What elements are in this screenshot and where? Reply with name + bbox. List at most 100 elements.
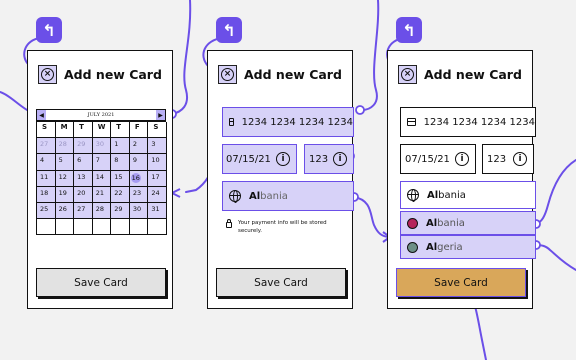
card-number-field[interactable]: 1234 1234 1234 1234 — [222, 107, 354, 137]
back-arrow-icon[interactable]: ↰ — [36, 17, 62, 43]
info-icon[interactable]: i — [333, 152, 347, 166]
card-number-value: 1234 1234 1234 1234 — [423, 116, 535, 128]
info-icon[interactable]: i — [455, 152, 469, 166]
weekday-label: T — [74, 122, 93, 139]
calendar-day[interactable]: 7 — [92, 154, 112, 171]
credit-card-icon — [407, 118, 416, 126]
calendar-day[interactable]: 12 — [55, 170, 75, 187]
country-autocomplete: bania — [260, 190, 288, 202]
weekday-label: S — [148, 122, 167, 139]
calendar-header: ◀ JULY 2021 ▶ — [36, 109, 166, 121]
prev-month-icon[interactable]: ◀ — [37, 110, 46, 120]
calendar-day[interactable]: 3 — [148, 138, 167, 155]
weekday-label: F — [129, 122, 149, 139]
calendar-day — [37, 219, 56, 236]
calendar-day[interactable]: 28 — [92, 202, 112, 220]
calendar-day[interactable]: 15 — [111, 170, 130, 187]
calendar-day[interactable]: 8 — [111, 154, 130, 171]
close-icon[interactable]: × — [38, 65, 57, 84]
calendar-day[interactable]: 16 — [129, 170, 149, 187]
next-month-icon[interactable]: ▶ — [156, 110, 165, 120]
save-card-button[interactable]: Save Card — [36, 268, 166, 297]
calendar-day[interactable]: 31 — [148, 202, 167, 220]
info-icon[interactable]: i — [276, 152, 290, 166]
close-icon[interactable]: × — [218, 65, 237, 84]
card-number-value: 1234 1234 1234 1234 — [241, 116, 353, 128]
card-number-field[interactable]: 1234 1234 1234 1234 — [400, 107, 536, 137]
back-arrow-icon[interactable]: ↰ — [216, 17, 242, 43]
calendar-day[interactable]: 10 — [148, 154, 167, 171]
calendar-grid: S M T W T F S 27 28 29 30 1 2 3 4 5 6 7 8 9 10 11 12 13 14 15 16 17… — [36, 121, 167, 236]
expiry-field[interactable]: 07/15/21 i — [400, 144, 476, 174]
country-typed: Al — [427, 189, 439, 201]
calendar-day[interactable]: 9 — [129, 154, 149, 171]
algeria-flag-icon — [407, 241, 418, 253]
security-note: Your payment info will be stored securel… — [226, 219, 342, 235]
weekday-label: T — [111, 122, 130, 139]
credit-card-icon — [229, 118, 234, 126]
close-icon[interactable]: × — [398, 65, 417, 84]
calendar-day[interactable]: 4 — [37, 154, 56, 171]
calendar-day[interactable]: 20 — [74, 186, 93, 203]
calendar-month-label: JULY 2021 — [87, 112, 115, 118]
calendar-day[interactable]: 28 — [55, 138, 75, 155]
calendar-day[interactable]: 14 — [92, 170, 112, 187]
info-icon[interactable]: i — [513, 152, 527, 166]
calendar-day — [148, 219, 167, 236]
screen-date-picker: × Add new Card ◀ JULY 2021 ▶ S M T W T F S 27 28… — [27, 50, 173, 309]
calendar-day[interactable]: 30 — [129, 202, 149, 220]
calendar-day[interactable]: 1 — [111, 138, 130, 155]
country-field[interactable]: Al bania — [222, 181, 354, 211]
page-title: Add new Card — [424, 67, 522, 82]
calendar-day[interactable]: 21 — [92, 186, 112, 203]
option-typed: Al — [426, 217, 438, 229]
calendar-day[interactable]: 23 — [129, 186, 149, 203]
save-card-button[interactable]: Save Card — [396, 268, 526, 297]
calendar-day[interactable]: 17 — [148, 170, 167, 187]
calendar-day[interactable]: 26 — [55, 202, 75, 220]
cvv-field[interactable]: 123 i — [304, 144, 354, 174]
calendar-day[interactable]: 25 — [37, 202, 56, 220]
screen-card-form: × Add new Card 1234 1234 1234 1234 07/15… — [207, 50, 354, 309]
calendar-day[interactable]: 19 — [55, 186, 75, 203]
country-typed: Al — [249, 190, 261, 202]
calendar-day[interactable]: 29 — [111, 202, 130, 220]
calendar-day[interactable]: 22 — [111, 186, 130, 203]
calendar-day — [74, 219, 93, 236]
weekday-label: M — [55, 122, 75, 139]
calendar-day[interactable]: 24 — [148, 186, 167, 203]
expiry-value: 07/15/21 — [226, 153, 271, 165]
calendar-day[interactable]: 5 — [55, 154, 75, 171]
expiry-field[interactable]: 07/15/21 i — [222, 144, 297, 174]
country-field[interactable]: Al bania — [400, 181, 536, 209]
page-title: Add new Card — [244, 67, 342, 82]
selected-day-label: 16 — [130, 172, 141, 183]
weekday-label: S — [37, 122, 56, 139]
calendar: ◀ JULY 2021 ▶ S M T W T F S 27 28 29 30 1 2 3 4 5 6 7 8 9 10… — [36, 109, 167, 236]
country-option-algeria[interactable]: Al geria — [400, 235, 536, 259]
calendar-day[interactable]: 11 — [37, 170, 56, 187]
weekday-label: W — [92, 122, 112, 139]
country-option-albania[interactable]: Al bania — [400, 211, 536, 235]
save-card-button[interactable]: Save Card — [216, 268, 346, 297]
calendar-day — [92, 219, 112, 236]
calendar-day[interactable]: 18 — [37, 186, 56, 203]
cvv-field[interactable]: 123 i — [482, 144, 534, 174]
lock-icon — [226, 219, 232, 228]
expiry-value: 07/15/21 — [405, 153, 450, 165]
calendar-day[interactable]: 30 — [92, 138, 112, 155]
option-rest: geria — [437, 241, 463, 253]
globe-icon — [229, 190, 241, 203]
albania-flag-icon — [407, 217, 418, 229]
calendar-day[interactable]: 2 — [129, 138, 149, 155]
page-title: Add new Card — [64, 67, 162, 82]
option-typed: Al — [426, 241, 438, 253]
calendar-day[interactable]: 29 — [74, 138, 93, 155]
globe-icon — [407, 189, 419, 202]
back-arrow-icon[interactable]: ↰ — [396, 17, 422, 43]
calendar-day[interactable]: 27 — [37, 138, 56, 155]
calendar-day[interactable]: 6 — [74, 154, 93, 171]
calendar-day[interactable]: 27 — [74, 202, 93, 220]
security-note-text: Your payment info will be stored securel… — [238, 220, 327, 234]
calendar-day[interactable]: 13 — [74, 170, 93, 187]
